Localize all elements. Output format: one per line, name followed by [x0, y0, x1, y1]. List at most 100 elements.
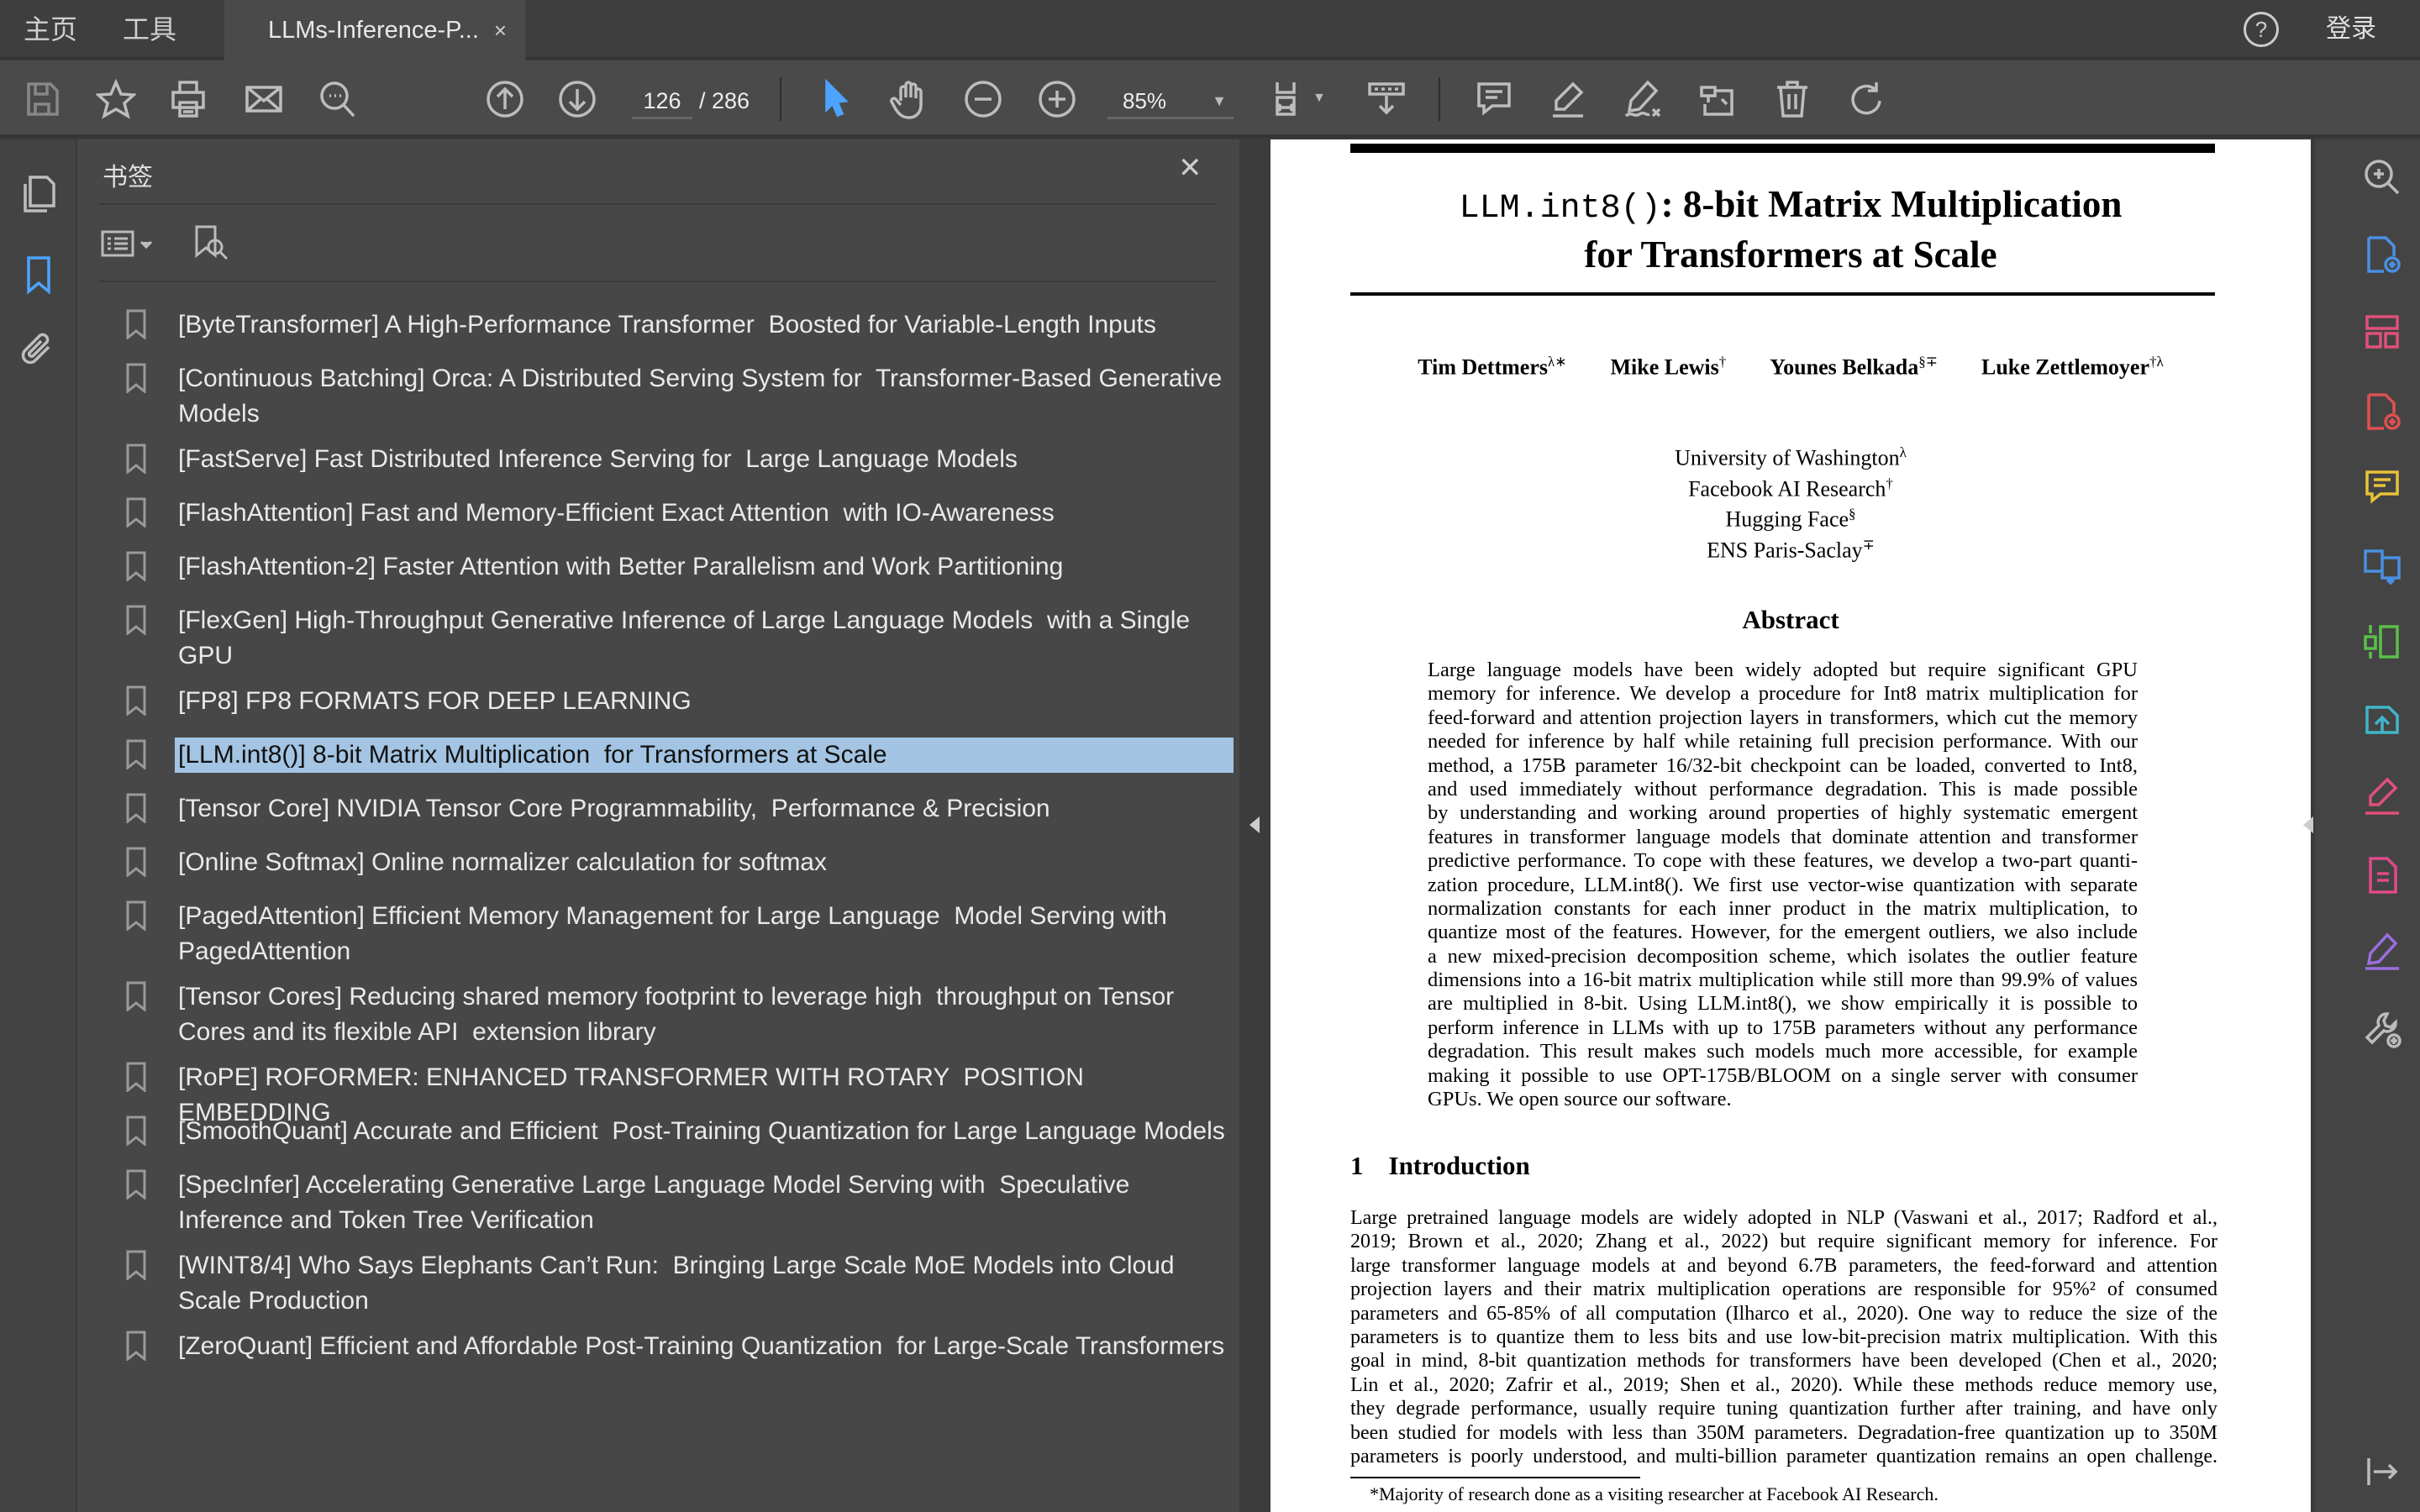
stamp-icon[interactable]	[1697, 79, 1737, 119]
create-pdf-icon[interactable]	[2362, 234, 2402, 275]
chevron-down-icon[interactable]: ▼	[1313, 91, 1326, 106]
bookmark-label: [ByteTransformer] A High-Performance Tra…	[178, 311, 1156, 339]
text-line: projection layers and their matrix multi…	[1350, 1278, 2217, 1301]
collapse-arrow-icon[interactable]	[1249, 816, 1260, 833]
bookmark-item[interactable]: [Continuous Batching] Orca: A Distribute…	[126, 361, 1234, 432]
email-icon[interactable]	[244, 79, 284, 119]
print-icon[interactable]	[168, 79, 208, 119]
bookmark-item[interactable]: [Tensor Cores] Reducing shared memory fo…	[126, 979, 1234, 1050]
bookmark-label: [FlashAttention-2] Faster Attention with…	[178, 553, 1064, 580]
bookmark-label: [FlexGen] High-Throughput Generative Inf…	[178, 606, 1197, 669]
help-icon[interactable]: ?	[2244, 12, 2279, 47]
attachments-icon[interactable]	[18, 330, 59, 370]
text-line: are multiplied in 8-bit. Using LLM.int8(…	[1428, 992, 2138, 1016]
login-button[interactable]: 登录	[2326, 0, 2376, 59]
bookmark-item[interactable]: [SpecInfer] Accelerating Generative Larg…	[126, 1168, 1234, 1238]
rotate-icon[interactable]	[1846, 79, 1886, 119]
bookmark-icon	[126, 1250, 151, 1282]
bookmark-item[interactable]: [FastServe] Fast Distributed Inference S…	[126, 442, 1234, 477]
request-signature-icon[interactable]	[2362, 932, 2402, 972]
close-tab-icon[interactable]: ×	[494, 0, 507, 60]
zoom-out-icon[interactable]	[963, 79, 1003, 119]
zoom-in-icon[interactable]	[1037, 79, 1077, 119]
organize-pages-icon[interactable]	[2362, 312, 2402, 352]
sign-icon[interactable]	[1623, 79, 1663, 119]
bookmark-icon	[126, 685, 151, 717]
text-line: GPUs. We open source our software.	[1428, 1088, 1732, 1111]
affiliations: University of Washingtonλ Facebook AI Res…	[1270, 440, 2311, 564]
panel-splitter[interactable]	[1239, 139, 1270, 1512]
intro-heading: 1 Introduction	[1350, 1151, 1530, 1181]
page-total: / 286	[699, 88, 750, 113]
bookmarks-icon[interactable]	[18, 255, 59, 295]
expand-arrow-icon[interactable]	[2303, 816, 2313, 833]
bookmark-item[interactable]: [Online Softmax] Online normalizer calcu…	[126, 845, 1234, 880]
save-icon[interactable]	[22, 79, 62, 119]
delete-icon[interactable]	[1772, 79, 1812, 119]
affiliation: University of Washingtonλ	[1675, 444, 1907, 470]
select-pointer-icon[interactable]	[815, 78, 855, 119]
text-line: predictive performance. To cope with the…	[1428, 849, 2138, 873]
next-page-icon[interactable]	[557, 79, 597, 119]
affiliation: ENS Paris-Saclay∓	[1707, 536, 1875, 563]
bookmark-icon	[126, 847, 151, 879]
bookmark-item[interactable]: [Tensor Core] NVIDIA Tensor Core Program…	[126, 791, 1234, 827]
close-panel-icon[interactable]: ✕	[1178, 151, 1202, 185]
bookmark-item[interactable]: [PagedAttention] Efficient Memory Manage…	[126, 899, 1234, 969]
text-line: by understanding and working around prop…	[1428, 801, 2138, 825]
bookmark-item[interactable]: [FlashAttention] Fast and Memory-Efficie…	[126, 496, 1234, 531]
text-line: quantize most of the features. However, …	[1428, 921, 2138, 944]
scroll-mode-icon[interactable]	[1366, 79, 1407, 119]
author: Younes Belkada§∓	[1770, 354, 1938, 380]
toolbar-divider	[1439, 77, 1440, 121]
tab-tools[interactable]: 工具	[123, 0, 176, 59]
star-icon[interactable]	[94, 78, 138, 119]
bookmark-item[interactable]: [SmoothQuant] Accurate and Efficient Pos…	[126, 1114, 1234, 1149]
fill-sign-icon[interactable]	[2362, 776, 2402, 816]
bookmark-item[interactable]: [WINT8/4] Who Says Elephants Can’t Run: …	[126, 1248, 1234, 1319]
abstract-heading: Abstract	[1742, 605, 1839, 634]
bookmark-item[interactable]: [ByteTransformer] A High-Performance Tra…	[126, 307, 1234, 343]
zoom-select[interactable]: 85% ▼	[1107, 82, 1234, 119]
tab-document[interactable]: LLMs-Inference-P... ×	[224, 0, 525, 60]
bookmark-item[interactable]: [FlexGen] High-Throughput Generative Inf…	[126, 603, 1234, 674]
text-line: zation procedure, LLM.int8(). We first u…	[1428, 873, 2138, 896]
text-line: parameters and 65-85% of all computation…	[1350, 1302, 2217, 1325]
export-pdf-icon[interactable]	[2362, 391, 2402, 432]
collapse-rail-icon[interactable]	[2362, 1452, 2402, 1492]
bookmark-label: [FastServe] Fast Distributed Inference S…	[178, 445, 1018, 473]
bookmark-options-menu[interactable]	[101, 227, 161, 260]
highlight-pen-icon[interactable]	[1548, 79, 1588, 119]
text-line: Large pretrained language models are wid…	[1350, 1207, 2217, 1229]
fit-page-icon[interactable]	[1270, 79, 1311, 119]
edit-pdf-icon[interactable]	[2362, 855, 2402, 895]
add-bookmark-icon[interactable]	[192, 223, 229, 260]
zoom-tool-icon[interactable]	[2362, 157, 2402, 197]
paper-title-line2: for Transformers at Scale	[1584, 234, 1997, 276]
share-icon[interactable]	[2362, 699, 2402, 739]
more-tools-icon[interactable]	[2362, 1009, 2402, 1049]
paper-title: LLM.int8(): 8-bit Matrix Multiplication …	[1270, 181, 2311, 277]
page-number-input[interactable]: 126	[632, 82, 692, 119]
hand-tool-icon[interactable]	[889, 79, 929, 119]
bookmark-icon	[126, 793, 151, 825]
comment-tool-icon[interactable]	[2362, 467, 2402, 507]
previous-page-icon[interactable]	[485, 79, 525, 119]
tab-document-label: LLMs-Inference-P...	[268, 17, 479, 44]
bookmark-item[interactable]: [ZeroQuant] Efficient and Affordable Pos…	[126, 1329, 1234, 1364]
bookmark-icon	[126, 605, 151, 637]
page-thumbnails-icon[interactable]	[18, 174, 59, 214]
search-icon[interactable]	[318, 79, 358, 119]
bookmark-item[interactable]: [LLM.int8()] 8-bit Matrix Multiplication…	[126, 738, 1234, 773]
text-line: and used immediately without performance…	[1428, 777, 2138, 801]
combine-files-icon[interactable]	[2362, 544, 2402, 585]
bookmark-item[interactable]: [FlashAttention-2] Faster Attention with…	[126, 549, 1234, 585]
abstract-body: Large language models have been widely a…	[1428, 659, 2138, 1111]
text-line: perform inference in LLMs with up to 175…	[1428, 1016, 2138, 1039]
comment-icon[interactable]	[1474, 79, 1514, 119]
bookmark-label: [LLM.int8()] 8-bit Matrix Multiplication…	[175, 738, 1234, 773]
tab-home[interactable]: 主页	[24, 0, 77, 59]
bookmark-item[interactable]: [FP8] FP8 FORMATS FOR DEEP LEARNING	[126, 684, 1234, 719]
compress-icon[interactable]	[2362, 622, 2402, 662]
bookmark-label: [ZeroQuant] Efficient and Affordable Pos…	[178, 1332, 1225, 1360]
